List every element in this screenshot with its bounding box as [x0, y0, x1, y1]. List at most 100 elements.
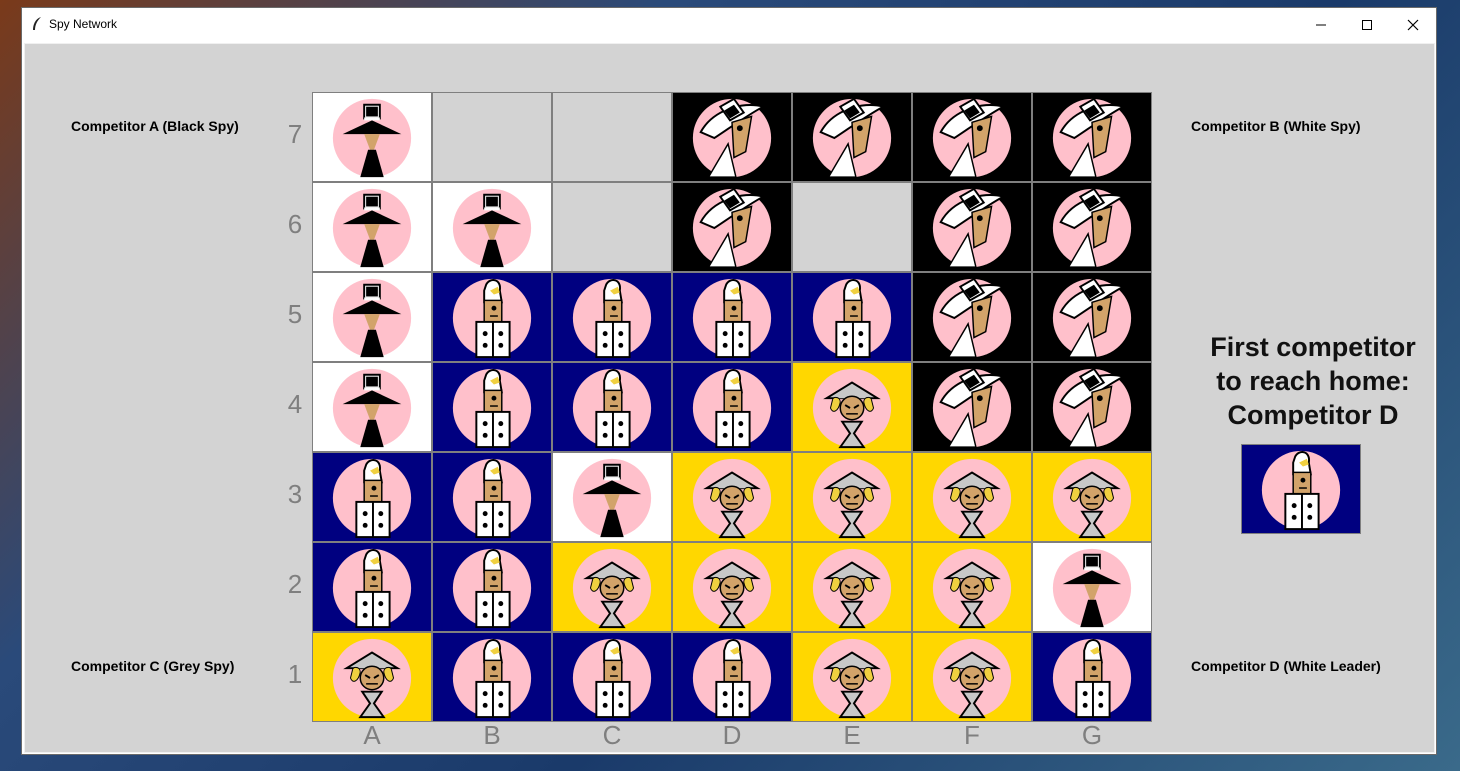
file-label: B	[483, 720, 501, 750]
board-cell-b5[interactable]	[432, 272, 552, 362]
board-cell-b1[interactable]	[432, 632, 552, 722]
white-leader-icon	[572, 638, 652, 719]
grey-spy-icon	[572, 548, 652, 629]
board-cell-c7[interactable]	[552, 92, 672, 182]
rank-label: 6	[287, 209, 303, 239]
board-cell-f7[interactable]	[912, 92, 1032, 182]
board-cell-e3[interactable]	[792, 452, 912, 542]
file-label: G	[1081, 720, 1103, 750]
board-cell-g4[interactable]	[1032, 362, 1152, 452]
board-cell-d3[interactable]	[672, 452, 792, 542]
black-spy-icon	[452, 188, 532, 268]
white-leader-icon	[812, 278, 892, 359]
maximize-button[interactable]	[1344, 8, 1390, 41]
white-spy-icon	[692, 187, 772, 268]
rank-label: 2	[287, 569, 303, 599]
window-title: Spy Network	[49, 17, 118, 31]
board-cell-f3[interactable]	[912, 452, 1032, 542]
rank-label: 4	[287, 389, 303, 419]
board-cell-a4[interactable]	[312, 362, 432, 452]
close-button[interactable]	[1390, 8, 1436, 41]
white-leader-icon	[692, 278, 772, 359]
board-cell-f6[interactable]	[912, 182, 1032, 272]
board-cell-b3[interactable]	[432, 452, 552, 542]
board-cell-a6[interactable]	[312, 182, 432, 272]
white-spy-icon	[1052, 367, 1132, 448]
board-cell-d4[interactable]	[672, 362, 792, 452]
board-cell-g6[interactable]	[1032, 182, 1152, 272]
board-cell-f2[interactable]	[912, 542, 1032, 632]
white-leader-icon	[572, 368, 652, 449]
white-leader-icon	[1052, 638, 1132, 719]
board-cell-d7[interactable]	[672, 92, 792, 182]
board-cell-e4[interactable]	[792, 362, 912, 452]
board-cell-c5[interactable]	[552, 272, 672, 362]
board-cell-b7[interactable]	[432, 92, 552, 182]
board-cell-f5[interactable]	[912, 272, 1032, 362]
grey-spy-icon	[812, 638, 892, 719]
white-leader-icon	[452, 548, 532, 629]
white-leader-icon	[332, 458, 412, 539]
competitor-b-label: Competitor B (White Spy)	[1191, 118, 1361, 134]
grey-spy-icon	[932, 638, 1012, 719]
grey-spy-icon	[932, 548, 1012, 629]
winner-line-1: First competitor	[1210, 332, 1416, 362]
board-cell-b2[interactable]	[432, 542, 552, 632]
board-cell-g1[interactable]	[1032, 632, 1152, 722]
grey-spy-icon	[812, 458, 892, 539]
rank-label: 1	[287, 659, 303, 689]
white-spy-icon	[932, 187, 1012, 268]
board-cell-d1[interactable]	[672, 632, 792, 722]
game-board	[312, 92, 1152, 722]
minimize-button[interactable]	[1298, 8, 1344, 41]
file-label: A	[363, 720, 381, 750]
black-spy-icon	[332, 188, 412, 268]
board-cell-e2[interactable]	[792, 542, 912, 632]
board-cell-a7[interactable]	[312, 92, 432, 182]
white-spy-icon	[1052, 97, 1132, 178]
grey-spy-icon	[332, 638, 412, 719]
board-cell-g2[interactable]	[1032, 542, 1152, 632]
board-cell-c2[interactable]	[552, 542, 672, 632]
white-leader-icon	[692, 368, 772, 449]
board-cell-c4[interactable]	[552, 362, 672, 452]
board-cell-b4[interactable]	[432, 362, 552, 452]
winner-announcement: First competitor to reach home: Competit…	[1193, 330, 1433, 432]
grey-spy-icon	[692, 548, 772, 629]
board-cell-f4[interactable]	[912, 362, 1032, 452]
board-cell-a1[interactable]	[312, 632, 432, 722]
winner-piece-box	[1241, 444, 1361, 534]
grey-spy-icon	[812, 368, 892, 449]
board-cell-e5[interactable]	[792, 272, 912, 362]
board-cell-b6[interactable]	[432, 182, 552, 272]
board-cell-d5[interactable]	[672, 272, 792, 362]
white-spy-icon	[932, 277, 1012, 358]
board-cell-a3[interactable]	[312, 452, 432, 542]
winner-line-3: Competitor D	[1227, 400, 1399, 430]
board-cell-g7[interactable]	[1032, 92, 1152, 182]
board-cell-a2[interactable]	[312, 542, 432, 632]
white-spy-icon	[1052, 277, 1132, 358]
board-cell-c3[interactable]	[552, 452, 672, 542]
grey-spy-icon	[692, 458, 772, 539]
minimize-icon	[1316, 24, 1326, 25]
file-label: E	[843, 720, 861, 750]
board-cell-d6[interactable]	[672, 182, 792, 272]
winner-line-2: to reach home:	[1216, 366, 1410, 396]
white-leader-icon	[332, 548, 412, 629]
board-cell-g5[interactable]	[1032, 272, 1152, 362]
file-label: F	[964, 720, 980, 750]
board-cell-a5[interactable]	[312, 272, 432, 362]
board-cell-g3[interactable]	[1032, 452, 1152, 542]
close-icon	[1407, 19, 1419, 30]
board-cell-d2[interactable]	[672, 542, 792, 632]
board-cell-c6[interactable]	[552, 182, 672, 272]
board-cell-e6[interactable]	[792, 182, 912, 272]
board-cell-e7[interactable]	[792, 92, 912, 182]
board-cell-c1[interactable]	[552, 632, 672, 722]
title-bar: Spy Network	[22, 8, 1436, 41]
maximize-icon	[1362, 19, 1372, 30]
board-cell-e1[interactable]	[792, 632, 912, 722]
board-cell-f1[interactable]	[912, 632, 1032, 722]
file-label: D	[722, 720, 742, 750]
